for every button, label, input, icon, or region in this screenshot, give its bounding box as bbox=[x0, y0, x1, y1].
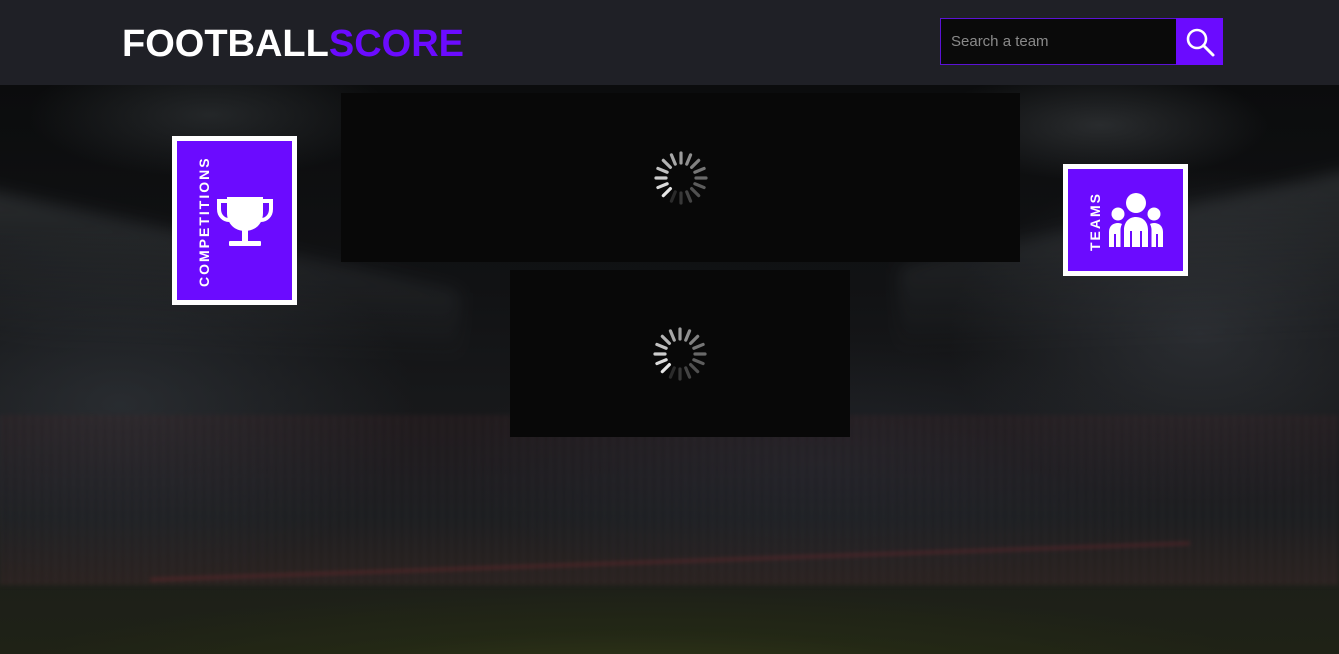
spinner-tick bbox=[692, 342, 705, 350]
users-group-icon bbox=[1109, 193, 1163, 247]
competitions-label: COMPETITIONS bbox=[196, 156, 212, 287]
spinner-tick bbox=[661, 186, 672, 197]
spinner-tick bbox=[668, 365, 676, 379]
loading-panel-main bbox=[341, 93, 1020, 262]
teams-label: TEAMS bbox=[1087, 192, 1103, 251]
spinner-tick bbox=[692, 357, 705, 365]
spinner-tick bbox=[668, 328, 676, 342]
search-button[interactable] bbox=[1176, 18, 1223, 65]
logo-football-text: FOOTBALL bbox=[122, 23, 329, 65]
spinner-tick bbox=[684, 189, 692, 203]
spinner-tick bbox=[669, 189, 677, 203]
spinner-tick bbox=[689, 186, 700, 197]
spinner-icon bbox=[653, 326, 707, 381]
spinner-tick bbox=[660, 334, 671, 345]
competitions-nav-card[interactable]: COMPETITIONS bbox=[172, 136, 297, 305]
top-header: FOOTBALLSCORE bbox=[0, 0, 1339, 85]
spinner-tick bbox=[692, 166, 706, 174]
search-icon bbox=[1186, 28, 1214, 56]
spinner-tick bbox=[689, 334, 700, 345]
spinner-tick bbox=[655, 357, 668, 365]
spinner-tick bbox=[692, 181, 706, 189]
teams-nav-card[interactable]: TEAMS bbox=[1063, 164, 1188, 276]
logo-score-text: SCORE bbox=[328, 23, 464, 65]
spinner-tick bbox=[684, 365, 692, 379]
spinner-tick bbox=[655, 342, 668, 350]
spinner-tick bbox=[655, 181, 669, 189]
spinner-icon bbox=[653, 150, 708, 205]
spinner-tick bbox=[689, 362, 700, 373]
spinner-tick bbox=[660, 362, 671, 373]
spinner-tick bbox=[684, 328, 692, 342]
team-search bbox=[940, 18, 1223, 65]
site-logo[interactable]: FOOTBALLSCORE bbox=[122, 22, 464, 66]
spinner-tick bbox=[669, 152, 677, 166]
spinner-tick bbox=[689, 158, 700, 169]
spinner-tick bbox=[661, 158, 672, 169]
trophy-icon bbox=[217, 197, 273, 246]
spinner-tick bbox=[684, 152, 692, 166]
search-input[interactable] bbox=[940, 18, 1176, 65]
spinner-tick bbox=[655, 166, 669, 174]
loading-panel-secondary bbox=[510, 270, 850, 437]
